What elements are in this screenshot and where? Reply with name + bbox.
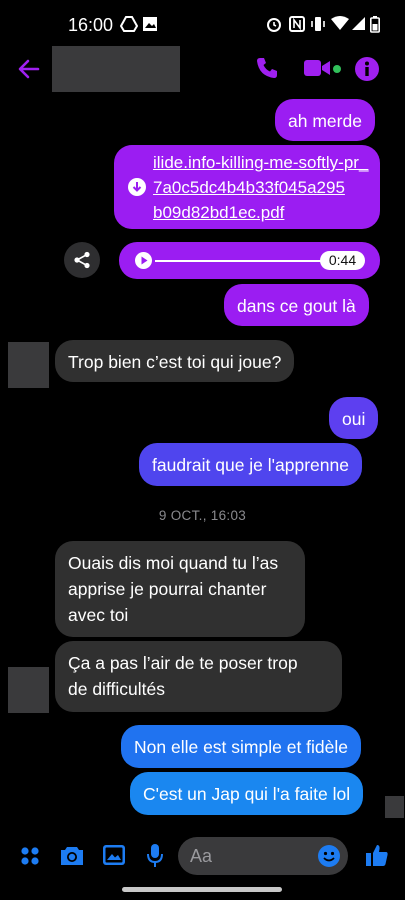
message-line: avec toi	[68, 605, 129, 625]
battery-icon	[370, 16, 380, 33]
alarm-icon	[267, 18, 281, 32]
contact-name-redacted[interactable]	[52, 46, 180, 92]
share-button[interactable]	[64, 242, 100, 278]
message-text: Non elle est simple et fidèle	[134, 737, 348, 757]
audio-progress-track[interactable]	[155, 260, 335, 262]
camera-icon[interactable]	[60, 845, 84, 866]
signal-icon	[352, 17, 365, 30]
nfc-icon	[289, 16, 305, 32]
message-line: Ouais dis moi quand tu l’as	[68, 553, 279, 573]
emoji-icon[interactable]	[318, 845, 340, 867]
play-icon[interactable]	[135, 252, 152, 269]
avatar[interactable]	[8, 667, 49, 713]
status-time: 16:00	[68, 15, 114, 35]
file-attachment-message[interactable]: ilide.info-killing-me-softly-pr_ 7a0c5dc…	[114, 145, 380, 229]
more-actions-icon[interactable]	[20, 846, 40, 866]
phone-call-icon[interactable]	[255, 56, 279, 80]
message-outgoing[interactable]: oui	[329, 397, 379, 439]
read-receipt-avatar	[385, 796, 404, 818]
message-incoming[interactable]: Trop bien c’est toi qui joue?	[55, 340, 295, 382]
audio-message[interactable]: 0:44	[119, 242, 380, 279]
audio-duration: 0:44	[328, 252, 357, 268]
back-arrow-icon[interactable]	[16, 56, 42, 82]
status-bar: 16:00	[0, 0, 405, 48]
file-name-line[interactable]: 7a0c5dc4b4b33f045a295	[153, 175, 368, 200]
message-text: faudrait que je l'apprenne	[152, 455, 349, 475]
message-text: Trop bien c’est toi qui joue?	[68, 352, 282, 372]
message-outgoing[interactable]: dans ce gout là	[224, 284, 369, 326]
download-icon[interactable]	[128, 178, 146, 196]
vibrate-icon	[311, 17, 325, 31]
file-name-line[interactable]: ilide.info-killing-me-softly-pr_	[153, 150, 368, 175]
message-text: dans ce gout là	[237, 296, 356, 316]
image-icon	[143, 17, 157, 31]
share-icon	[74, 251, 90, 269]
message-outgoing[interactable]: faudrait que je l'apprenne	[139, 443, 362, 486]
wifi-icon	[331, 16, 349, 30]
message-input[interactable]: Aa	[178, 837, 348, 875]
message-outgoing[interactable]: ah merde	[275, 99, 375, 141]
gallery-icon[interactable]	[103, 845, 125, 865]
home-indicator	[122, 887, 282, 892]
message-outgoing[interactable]: C'est un Jap qui l'a faite lol	[130, 772, 364, 815]
file-name-line[interactable]: b09d82bd1ec.pdf	[153, 200, 368, 225]
message-text: oui	[342, 409, 366, 429]
audio-duration-badge: 0:44	[320, 251, 365, 270]
message-line: Ça a pas l’air de te poser trop	[68, 653, 298, 673]
message-incoming[interactable]: Ouais dis moi quand tu l’as apprise je p…	[55, 541, 305, 637]
info-icon[interactable]	[355, 57, 379, 81]
conversation-header	[0, 44, 405, 94]
message-text: ah merde	[288, 111, 362, 131]
message-text: C'est un Jap qui l'a faite lol	[143, 784, 351, 804]
message-line: de difficultés	[68, 679, 165, 699]
microphone-icon[interactable]	[147, 844, 163, 868]
message-composer: Aa	[0, 832, 405, 882]
drive-icon	[120, 16, 138, 32]
message-line: apprise je pourrai chanter	[68, 579, 267, 599]
message-input-placeholder: Aa	[190, 846, 213, 866]
message-timestamp: 9 OCT., 16:03	[158, 508, 247, 523]
message-outgoing[interactable]: Non elle est simple et fidèle	[121, 725, 361, 768]
video-call-icon[interactable]	[304, 59, 330, 77]
avatar[interactable]	[8, 342, 49, 388]
online-status-dot	[333, 65, 341, 73]
thumbs-up-icon[interactable]	[366, 843, 388, 867]
message-incoming[interactable]: Ça a pas l’air de te poser trop de diffi…	[55, 641, 342, 712]
